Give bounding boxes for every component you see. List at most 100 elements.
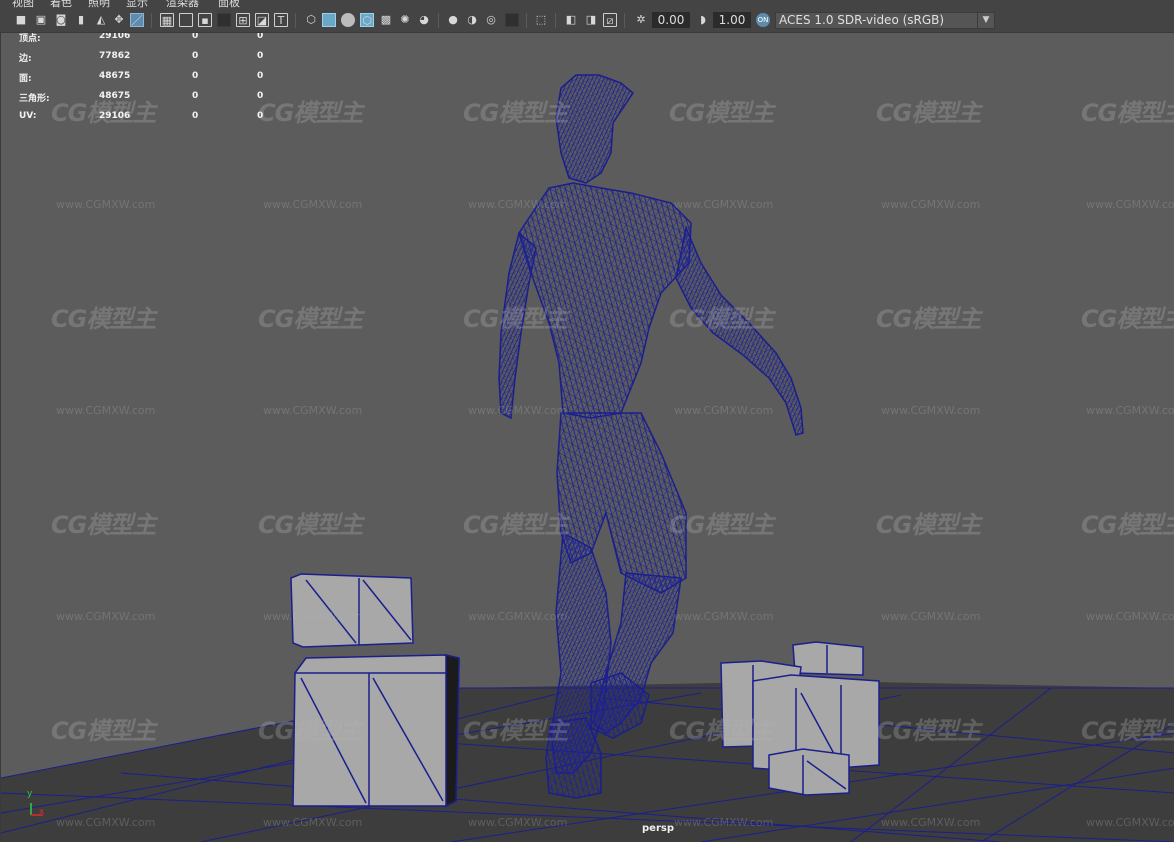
- color-space-value: ACES 1.0 SDR-video (sRGB): [779, 13, 945, 27]
- watermark-logo: CG模型主: [463, 305, 568, 333]
- resolution-gate-icon[interactable]: ▪: [198, 13, 212, 27]
- field-chart-icon[interactable]: ⊞: [236, 13, 250, 27]
- watermark-logo: CG模型主: [51, 717, 156, 745]
- camera-icon[interactable]: ■: [14, 13, 28, 27]
- camera-name-label: persp: [642, 823, 674, 834]
- depth-of-field-icon[interactable]: [505, 13, 519, 27]
- bookmark-icon[interactable]: ◙: [54, 13, 68, 27]
- watermark-logo: CG模型主: [876, 99, 981, 127]
- hud-row-uvs: UV: 29106 0 0: [1, 111, 271, 123]
- grid-toggle-icon[interactable]: ▦: [160, 13, 174, 27]
- motion-blur-icon[interactable]: ◑: [465, 13, 479, 27]
- watermark-logo: CG模型主: [876, 511, 981, 539]
- watermark-logo: CG模型主: [258, 717, 363, 745]
- xray-active-icon[interactable]: ◨: [584, 13, 598, 27]
- film-gate-icon[interactable]: [179, 13, 193, 27]
- gate-mask-icon[interactable]: [217, 13, 231, 27]
- watermark-logo: CG模型主: [258, 99, 363, 127]
- watermark-logo: CG模型主: [1081, 717, 1174, 745]
- watermark-url: www.CGMXW.com: [56, 816, 156, 829]
- hud-label: 边:: [19, 54, 32, 64]
- watermark-url: www.CGMXW.com: [674, 404, 774, 417]
- xray-joints-icon[interactable]: ◧: [564, 13, 578, 27]
- anti-aliasing-icon[interactable]: ◎: [484, 13, 498, 27]
- wireframe-on-shaded-icon[interactable]: [341, 13, 355, 27]
- image-plane-icon[interactable]: ▮: [74, 13, 88, 27]
- chevron-down-icon[interactable]: ▼: [977, 13, 994, 28]
- menu-shading[interactable]: 着色: [50, 0, 72, 8]
- watermark-logo: CG模型主: [1081, 305, 1174, 333]
- watermark-url: www.CGMXW.com: [468, 198, 568, 211]
- perspective-viewport[interactable]: CG模型主 CG模型主 CG模型主 CG模型主 CG模型主 CG模型主 www.…: [0, 33, 1174, 842]
- menu-lighting[interactable]: 照明: [88, 0, 110, 8]
- use-default-material-icon[interactable]: ▩: [379, 13, 393, 27]
- watermark-logo: CG模型主: [669, 99, 774, 127]
- pencil-icon[interactable]: ／: [130, 13, 144, 27]
- watermark-url: www.CGMXW.com: [468, 816, 568, 829]
- watermark-logo: CG模型主: [1081, 99, 1174, 127]
- color-space-select[interactable]: ACES 1.0 SDR-video (sRGB) ▼: [775, 12, 995, 29]
- safe-action-icon[interactable]: ◪: [255, 13, 269, 27]
- hud-row-triangles: 三角形: 48675 0 0: [1, 91, 271, 104]
- wireframe-icon[interactable]: ⬡: [304, 13, 318, 27]
- watermark-url: www.CGMXW.com: [1086, 404, 1174, 417]
- watermark-url: www.CGMXW.com: [263, 198, 363, 211]
- lights-icon[interactable]: ✺: [398, 13, 412, 27]
- watermark-logo: CG模型主: [258, 511, 363, 539]
- menu-show[interactable]: 显示: [126, 0, 148, 8]
- camera-tool-icon[interactable]: ◭: [94, 13, 108, 27]
- hud-value: 0: [257, 71, 264, 81]
- xray-icon[interactable]: ⬡: [360, 13, 374, 27]
- smooth-shade-icon[interactable]: [322, 13, 336, 27]
- watermark-url: www.CGMXW.com: [881, 610, 981, 623]
- hud-value: 0: [257, 33, 264, 41]
- hud-row-edges: 边: 77862 0 0: [1, 51, 271, 64]
- watermark-url: www.CGMXW.com: [56, 404, 156, 417]
- watermark-url: www.CGMXW.com: [674, 816, 774, 829]
- hud-value: 29106: [99, 111, 131, 121]
- menu-renderer[interactable]: 渲染器: [166, 0, 199, 8]
- watermark-logo: CG模型主: [258, 305, 363, 333]
- backface-culling-icon[interactable]: ⧄: [603, 13, 617, 27]
- scene-canvas[interactable]: [1, 33, 1174, 842]
- hud-value: 0: [257, 51, 264, 61]
- viewport-menu-bar: 视图 着色 照明 显示 渲染器 面板: [0, 0, 1174, 8]
- hud-value: 48675: [99, 91, 131, 101]
- watermark-url: www.CGMXW.com: [56, 610, 156, 623]
- watermark-url: www.CGMXW.com: [56, 198, 156, 211]
- watermark-url: www.CGMXW.com: [1086, 610, 1174, 623]
- axis-y-label: y: [27, 789, 33, 799]
- watermark-url: www.CGMXW.com: [881, 404, 981, 417]
- exposure-field[interactable]: 0.00: [652, 12, 690, 28]
- watermark-url: www.CGMXW.com: [674, 198, 774, 211]
- camera-move-icon[interactable]: ✥: [112, 13, 126, 27]
- exposure-icon[interactable]: ✲: [634, 13, 648, 27]
- gamma-icon[interactable]: ◗: [696, 13, 710, 27]
- watermark-logo: CG模型主: [463, 511, 568, 539]
- menu-panels[interactable]: 面板: [218, 0, 240, 8]
- hud-row-vertices: 顶点: 29106 0 0: [1, 33, 271, 44]
- menu-view[interactable]: 视图: [12, 0, 34, 8]
- color-management-icon[interactable]: ON: [756, 13, 770, 27]
- watermark-url: www.CGMXW.com: [263, 610, 363, 623]
- hud-value: 48675: [99, 71, 131, 81]
- hud-value: 0: [192, 71, 199, 81]
- viewport-toolbar: ■ ▣ ◙ ▮ ◭ ✥ ／ ▦ ▪ ⊞ ◪ T ⬡ ⬡ ▩ ✺ ◕ ● ◑ ◎ …: [0, 8, 1174, 33]
- watermark-logo: CG模型主: [669, 511, 774, 539]
- watermark-logo: CG模型主: [51, 305, 156, 333]
- camera-attributes-icon[interactable]: ▣: [34, 13, 48, 27]
- hud-label: 顶点:: [19, 34, 41, 44]
- isolate-select-icon[interactable]: ⬚: [534, 13, 548, 27]
- hud-value: 0: [257, 111, 264, 121]
- safe-title-icon[interactable]: T: [274, 13, 288, 27]
- watermark-logo: CG模型主: [463, 99, 568, 127]
- screen-space-ao-icon[interactable]: ●: [446, 13, 460, 27]
- hud-value: 0: [192, 91, 199, 101]
- shadows-icon[interactable]: ◕: [417, 13, 431, 27]
- watermark-url: www.CGMXW.com: [881, 816, 981, 829]
- watermark-url: www.CGMXW.com: [881, 198, 981, 211]
- watermark-url: www.CGMXW.com: [468, 610, 568, 623]
- watermark-url: www.CGMXW.com: [674, 610, 774, 623]
- gamma-field[interactable]: 1.00: [713, 12, 751, 28]
- box-stack-left: [290, 573, 460, 808]
